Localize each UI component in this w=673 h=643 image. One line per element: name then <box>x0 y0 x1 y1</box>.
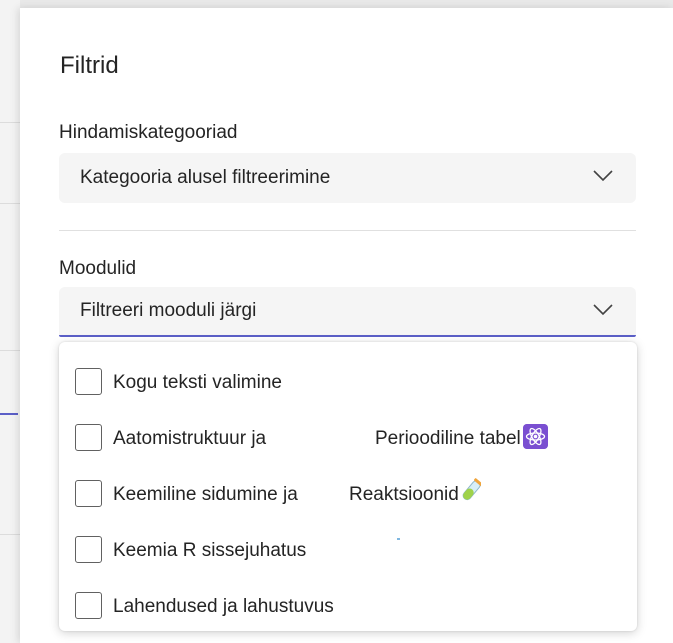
background-selected-indicator <box>0 413 18 415</box>
module-option[interactable]: Keemia R sissejuhatus <box>59 528 637 572</box>
module-option-label: Keemiline sidumine ja <box>113 484 298 505</box>
chevron-down-icon <box>593 170 613 182</box>
modules-label: Moodulid <box>59 258 137 279</box>
module-option[interactable]: Keemiline sidumine ja Reaktsioonid <box>59 472 637 516</box>
modules-dropdown[interactable]: Filtreeri mooduli järgi <box>59 287 636 337</box>
decorative-speck <box>397 538 400 540</box>
checkbox[interactable] <box>75 592 102 619</box>
section-divider <box>59 230 636 231</box>
background-divider <box>0 122 20 123</box>
checkbox[interactable] <box>75 368 102 395</box>
checkbox[interactable] <box>75 424 102 451</box>
module-option-label: Keemia R sissejuhatus <box>113 540 307 561</box>
categories-dropdown-value: Kategooria alusel filtreerimine <box>80 167 331 188</box>
checkbox[interactable] <box>75 536 102 563</box>
filters-panel: Filtrid Hindamiskategooriad Kategooria a… <box>20 8 673 643</box>
module-option-label: Kogu teksti valimine <box>113 372 282 393</box>
categories-dropdown[interactable]: Kategooria alusel filtreerimine <box>59 153 636 203</box>
background-page <box>0 0 20 643</box>
module-option[interactable]: Kogu teksti valimine <box>59 360 637 404</box>
test-tube-icon <box>462 478 481 501</box>
module-option[interactable]: Lahendused ja lahustuvus <box>59 584 637 628</box>
panel-title: Filtrid <box>60 52 119 79</box>
module-option-label: Aatomistruktuur ja <box>113 428 267 449</box>
checkbox[interactable] <box>75 480 102 507</box>
modules-dropdown-value: Filtreeri mooduli järgi <box>80 300 257 321</box>
module-option-label-continued: Reaktsioonid <box>349 484 459 505</box>
modules-options-menu: Kogu teksti valimine Aatomistruktuur ja … <box>59 342 637 631</box>
atom-icon <box>523 424 548 449</box>
background-divider <box>0 534 20 535</box>
module-option-label: Lahendused ja lahustuvus <box>113 596 334 617</box>
categories-label: Hindamiskategooriad <box>59 122 238 143</box>
module-option-label-continued: Perioodiline tabel <box>375 428 521 449</box>
background-divider <box>0 350 20 351</box>
background-divider <box>0 203 20 204</box>
chevron-down-icon <box>593 304 613 316</box>
module-option[interactable]: Aatomistruktuur ja Perioodiline tabel <box>59 416 637 460</box>
